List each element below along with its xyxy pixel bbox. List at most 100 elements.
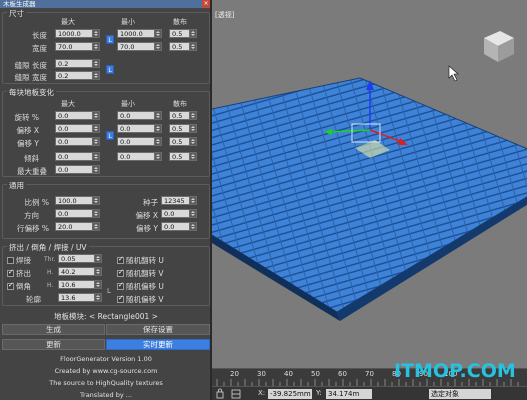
size-group-title: 尺寸 <box>7 8 26 19</box>
viewcube-icon[interactable] <box>484 31 514 62</box>
lock-selection-icon[interactable] <box>214 387 254 400</box>
row-offset-label: 行偏移 % <box>16 224 49 233</box>
max-overlap-spinner[interactable]: 0.0 <box>55 165 100 174</box>
width-dist-spinner[interactable]: 0.5 <box>169 42 197 51</box>
source-text: The source to HighQuality textures <box>49 379 163 387</box>
random-flip-v-label: 随机翻转 V <box>126 269 164 278</box>
offset-x-dist-spinner[interactable]: 0.5 <box>169 124 197 133</box>
random-flip-u-box[interactable] <box>117 255 124 264</box>
update-button[interactable]: 更新 <box>2 339 105 350</box>
variation-header-max: 最大 <box>61 100 75 108</box>
rotate-dist-spinner[interactable]: 0.5 <box>169 111 197 120</box>
length-dist-spinner[interactable]: 0.5 <box>169 29 197 38</box>
random-offset-v-label: 随机偏移 V <box>126 295 164 304</box>
rotate-min-spinner[interactable]: 0.0 <box>117 111 162 120</box>
random-offset-v-box[interactable] <box>117 294 124 303</box>
offset-x-max-spinner[interactable]: 0.0 <box>55 124 100 133</box>
gap-length-label: 缝隙 长度 <box>14 61 47 70</box>
variation-group: 每块地板变化 最大 最小 散布 旋转 % 0.0 0.0 0.5 偏移 X 0.… <box>2 87 210 177</box>
translated-text: Translated by ... <box>80 391 132 399</box>
version-text: FloorGenerator Version 1.00 <box>60 355 152 363</box>
tilt-min-spinner[interactable]: 0.0 <box>117 152 162 161</box>
y-coord-field[interactable]: 34.174m <box>326 389 372 399</box>
extrude-param-label: H. <box>47 269 54 276</box>
size-lock-button[interactable]: L <box>106 35 114 44</box>
variation-header-dist: 散布 <box>173 100 187 108</box>
variation-header-min: 最小 <box>121 100 135 108</box>
generate-button[interactable]: 生成 <box>2 324 105 335</box>
general-offset-x-spinner[interactable]: 0.0 <box>161 209 197 218</box>
close-icon[interactable]: × <box>202 0 210 8</box>
seed-label: 种子 <box>143 198 158 207</box>
weld-checkbox-box[interactable] <box>7 257 14 264</box>
outline-label: 轮廓 <box>26 295 41 304</box>
x-coord-label: X: <box>258 389 266 397</box>
site-watermark: ITMOP.COM <box>394 360 516 382</box>
size-header-dist: 散布 <box>173 18 187 26</box>
random-offset-u-box[interactable] <box>117 281 124 290</box>
general-offset-y-spinner[interactable]: 0.0 <box>161 222 197 231</box>
extrude-height-spinner[interactable]: 40.2 <box>58 267 102 276</box>
bevel-checkbox[interactable]: 倒角 <box>7 281 31 292</box>
length-min-spinner[interactable]: 1000.0 <box>117 29 162 38</box>
viewport-scene <box>212 31 527 321</box>
offset-y-max-spinner[interactable]: 0.0 <box>55 137 100 146</box>
general-offset-y-label: 偏移 Y <box>136 224 158 233</box>
uv-lock-label[interactable]: L <box>107 287 111 295</box>
ratio-spinner[interactable]: 100.0 <box>55 196 100 205</box>
tilt-label: 倾斜 <box>24 154 39 163</box>
outline-spinner[interactable]: 13.6 <box>58 293 102 302</box>
size-group: 尺寸 最大 最小 散布 长度 1000.0 1000.0 0.5 宽度 70.0… <box>2 8 210 84</box>
length-label: 长度 <box>32 31 47 40</box>
width-max-spinner[interactable]: 70.0 <box>55 42 100 51</box>
floor-generator-panel: 木板生成器 × 尺寸 最大 最小 散布 长度 1000.0 1000.0 0.5… <box>0 0 212 400</box>
gap-length-spinner[interactable]: 0.2 <box>55 59 100 68</box>
timeline-tick: 30 <box>257 370 266 378</box>
weld-label: 焊接 <box>16 256 31 265</box>
random-flip-v-box[interactable] <box>117 268 124 277</box>
tilt-dist-spinner[interactable]: 0.5 <box>169 152 197 161</box>
viewport-label[interactable]: [透视] <box>215 10 234 20</box>
random-offset-v-checkbox[interactable]: 随机偏移 V <box>117 294 164 305</box>
tilt-max-spinner[interactable]: 0.0 <box>55 152 100 161</box>
row-offset-spinner[interactable]: 20.0 <box>55 222 100 231</box>
direction-spinner[interactable]: 0.0 <box>55 209 100 218</box>
perspective-viewport[interactable]: [透视] <box>212 0 527 368</box>
weld-threshold-spinner[interactable]: 0.05 <box>58 254 102 263</box>
rotate-max-spinner[interactable]: 0.0 <box>55 111 100 120</box>
general-group-title: 通用 <box>7 180 26 191</box>
weld-checkbox[interactable]: 焊接 <box>7 255 31 266</box>
offset-y-dist-spinner[interactable]: 0.5 <box>169 137 197 146</box>
offset-x-label: 偏移 X <box>16 126 39 135</box>
extrude-checkbox-box[interactable] <box>7 268 14 277</box>
length-max-spinner[interactable]: 1000.0 <box>55 29 100 38</box>
bevel-checkbox-box[interactable] <box>7 281 14 290</box>
uv-group: 挤出 / 倒角 / 焊接 / UV 焊接 Thr. 0.05 挤出 H. 40.… <box>2 242 210 306</box>
gap-width-spinner[interactable]: 0.2 <box>55 71 100 80</box>
gap-lock-button[interactable]: L <box>106 65 114 74</box>
timeline-tick: 20 <box>230 370 239 378</box>
credits-text[interactable]: Created by www.cg-source.com <box>0 367 210 375</box>
offset-y-label: 偏移 Y <box>17 139 39 148</box>
selection-set-dropdown[interactable]: 选定对象 <box>429 389 491 399</box>
weld-param-label: Thr. <box>44 256 56 263</box>
extrude-checkbox[interactable]: 挤出 <box>7 268 31 279</box>
size-header-max: 最大 <box>61 18 75 26</box>
variation-group-title: 每块地板变化 <box>7 87 56 98</box>
random-offset-u-checkbox[interactable]: 随机偏移 U <box>117 281 164 292</box>
variation-lock-button[interactable]: L <box>106 131 114 140</box>
realtime-update-button[interactable]: 实时更新 <box>106 339 210 350</box>
save-settings-button[interactable]: 保存设置 <box>106 324 210 335</box>
seed-spinner[interactable]: 12345 <box>161 196 197 205</box>
bevel-height-spinner[interactable]: 10.6 <box>58 280 102 289</box>
timeline-tick: 70 <box>365 370 374 378</box>
width-min-spinner[interactable]: 70.0 <box>117 42 162 51</box>
base-object-label[interactable]: 地板模块: < Rectangle001 > <box>0 311 210 322</box>
ratio-label: 比例 % <box>24 198 49 207</box>
offset-y-min-spinner[interactable]: 0.0 <box>117 137 162 146</box>
random-flip-v-checkbox[interactable]: 随机翻转 V <box>117 268 164 279</box>
x-coord-field[interactable]: -39.825mm <box>268 389 312 399</box>
offset-x-min-spinner[interactable]: 0.0 <box>117 124 162 133</box>
random-flip-u-checkbox[interactable]: 随机翻转 U <box>117 255 164 266</box>
direction-label: 方向 <box>24 211 39 220</box>
